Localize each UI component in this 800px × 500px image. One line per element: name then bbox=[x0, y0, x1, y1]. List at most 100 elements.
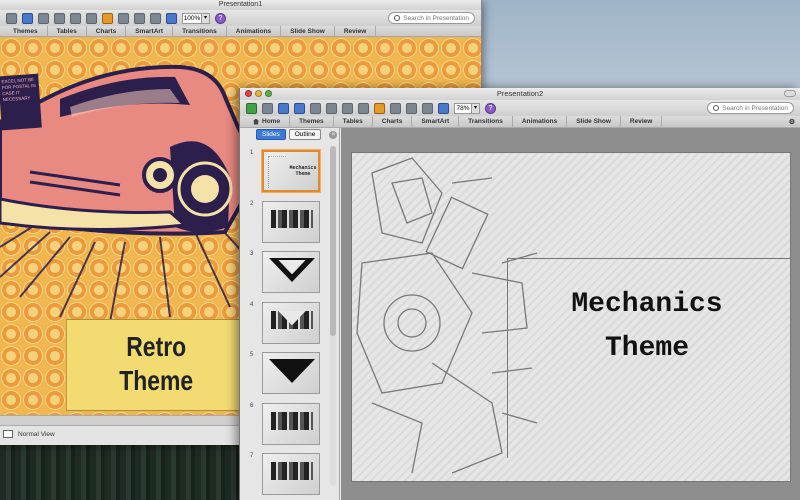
slide-thumbnail[interactable] bbox=[262, 251, 320, 293]
media-icon[interactable] bbox=[438, 102, 449, 114]
slide-thumbnail-row[interactable]: 3 bbox=[240, 247, 332, 298]
copy-icon[interactable] bbox=[70, 12, 81, 24]
open-icon[interactable] bbox=[278, 102, 289, 114]
ribbon-options-icon[interactable]: ⚙ bbox=[789, 118, 800, 126]
slide-editor-area: Mechanics Theme bbox=[341, 128, 800, 500]
window2-titlebar[interactable]: Presentation2 bbox=[240, 88, 800, 100]
mechanics-slide-canvas[interactable]: Mechanics Theme bbox=[351, 152, 791, 482]
tab-slides[interactable]: Slides bbox=[256, 129, 286, 140]
retro-title-line1: Retro bbox=[126, 331, 187, 362]
slides-pane: Slides Outline × 1 Mechanics Theme 2 3 4 bbox=[240, 128, 340, 500]
new-slide-icon[interactable] bbox=[246, 102, 257, 114]
slide-thumbnail-row[interactable]: 6 bbox=[240, 399, 332, 450]
window1-toolbar: 100% ▾ ? Search in Presentation bbox=[0, 10, 481, 26]
slide-thumbnail[interactable] bbox=[262, 301, 320, 344]
print-icon[interactable] bbox=[38, 12, 49, 24]
tab-home-label: Home bbox=[262, 117, 281, 125]
scrollbar-thumb[interactable] bbox=[330, 146, 336, 336]
slide-thumbnail-row[interactable]: 4 bbox=[240, 298, 332, 349]
redo-icon[interactable] bbox=[134, 12, 145, 24]
tab-animations[interactable]: Animations bbox=[227, 25, 282, 37]
save-icon[interactable] bbox=[294, 102, 305, 114]
tab-charts[interactable]: Charts bbox=[87, 25, 127, 37]
format-icon[interactable] bbox=[102, 12, 113, 24]
mechanics-title-line2: Theme bbox=[604, 333, 689, 364]
undo-icon[interactable] bbox=[390, 102, 401, 114]
redo-icon[interactable] bbox=[406, 102, 417, 114]
tab-slide-show[interactable]: Slide Show bbox=[281, 25, 335, 37]
thumbnail-sketch bbox=[268, 156, 286, 188]
help-icon[interactable]: ? bbox=[215, 12, 226, 24]
slide-thumbnail[interactable]: Mechanics Theme bbox=[262, 150, 320, 192]
thumbnail-title: Mechanics Theme bbox=[289, 165, 317, 177]
tab-tables[interactable]: Tables bbox=[334, 115, 373, 128]
window2-ribbon-tabs: Home Themes Tables Charts SmartArt Trans… bbox=[240, 115, 800, 128]
cut-icon[interactable] bbox=[326, 102, 337, 114]
sidebar-toggle-icon[interactable] bbox=[150, 12, 161, 24]
paste-icon[interactable] bbox=[358, 102, 369, 114]
tab-transitions[interactable]: Transitions bbox=[173, 25, 227, 37]
slide-thumbnail[interactable] bbox=[262, 200, 320, 243]
paste-icon[interactable] bbox=[86, 12, 97, 24]
search-input[interactable]: Search in Presentation bbox=[707, 102, 794, 114]
zoom-field[interactable]: 78% bbox=[454, 102, 472, 114]
format-painter-icon[interactable] bbox=[374, 102, 385, 114]
save-icon[interactable] bbox=[22, 12, 33, 24]
slide-thumbnail[interactable] bbox=[262, 352, 320, 394]
slide-thumbnail-row[interactable]: 5 bbox=[240, 348, 332, 399]
copy-icon[interactable] bbox=[342, 102, 353, 114]
retro-title-box[interactable]: Retro Theme bbox=[66, 319, 247, 411]
slide-number: 2 bbox=[250, 200, 254, 207]
zoom-dropdown-icon[interactable]: ▾ bbox=[472, 102, 480, 114]
search-placeholder: Search in Presentation bbox=[403, 14, 469, 22]
slide-thumbnail-row[interactable]: 1 Mechanics Theme bbox=[240, 146, 332, 197]
window1-titlebar[interactable]: Presentation1 bbox=[0, 0, 481, 10]
tab-smartart[interactable]: SmartArt bbox=[412, 115, 460, 128]
media-icon[interactable] bbox=[166, 12, 177, 24]
home-icon bbox=[253, 118, 259, 125]
help-icon[interactable]: ? bbox=[485, 102, 496, 114]
gallery-icon[interactable] bbox=[262, 102, 273, 114]
thumbnail-graphic bbox=[271, 462, 313, 480]
slide-thumbnail-row[interactable]: 7 bbox=[240, 449, 332, 500]
toolbar-toggle-button[interactable] bbox=[784, 90, 796, 97]
view-label: Normal View bbox=[18, 430, 55, 438]
retro-sticker: EXCEL NOT BE FOR POSTAL IN CASE IT NECES… bbox=[0, 73, 42, 131]
zoom-dropdown-icon[interactable]: ▾ bbox=[202, 12, 210, 24]
slide-thumbnail[interactable] bbox=[262, 402, 320, 445]
presentation2-window[interactable]: Presentation2 78% ▾ ? Search in Presenta… bbox=[239, 88, 800, 500]
sidebar-toggle-icon[interactable] bbox=[422, 102, 433, 114]
undo-icon[interactable] bbox=[118, 12, 129, 24]
tab-charts[interactable]: Charts bbox=[373, 115, 413, 128]
search-placeholder: Search in Presentation bbox=[722, 104, 788, 112]
tab-review[interactable]: Review bbox=[621, 115, 663, 128]
slide-number: 1 bbox=[250, 150, 254, 156]
tab-smartart[interactable]: SmartArt bbox=[126, 25, 174, 37]
tab-animations[interactable]: Animations bbox=[513, 115, 568, 128]
mechanics-title[interactable]: Mechanics Theme bbox=[532, 283, 762, 371]
tab-transitions[interactable]: Transitions bbox=[459, 115, 513, 128]
retro-title-line2: Theme bbox=[119, 365, 194, 396]
slide-thumbnail-row[interactable]: 2 bbox=[240, 197, 332, 248]
normal-view-icon[interactable] bbox=[3, 430, 13, 438]
window2-toolbar: 78% ▾ ? Search in Presentation bbox=[240, 100, 800, 116]
slide-number: 4 bbox=[250, 301, 254, 308]
print-icon[interactable] bbox=[310, 102, 321, 114]
tab-outline[interactable]: Outline bbox=[288, 129, 322, 140]
tab-home[interactable]: Home bbox=[244, 115, 291, 128]
slide-thumbnail[interactable] bbox=[262, 453, 320, 495]
tab-slide-show[interactable]: Slide Show bbox=[567, 115, 621, 128]
tab-review[interactable]: Review bbox=[335, 25, 377, 37]
tab-themes[interactable]: Themes bbox=[4, 25, 48, 37]
thumbnail-graphic bbox=[269, 359, 315, 383]
search-input[interactable]: Search in Presentation bbox=[388, 12, 475, 24]
cut-icon[interactable] bbox=[54, 12, 65, 24]
tab-themes[interactable]: Themes bbox=[290, 115, 334, 128]
new-slide-icon[interactable] bbox=[6, 12, 17, 24]
title-rule-horizontal bbox=[507, 258, 790, 259]
slide-number: 3 bbox=[250, 251, 254, 257]
close-pane-icon[interactable]: × bbox=[329, 130, 338, 139]
zoom-field[interactable]: 100% bbox=[182, 12, 202, 24]
slides-scrollbar[interactable] bbox=[330, 146, 336, 486]
tab-tables[interactable]: Tables bbox=[48, 25, 87, 37]
